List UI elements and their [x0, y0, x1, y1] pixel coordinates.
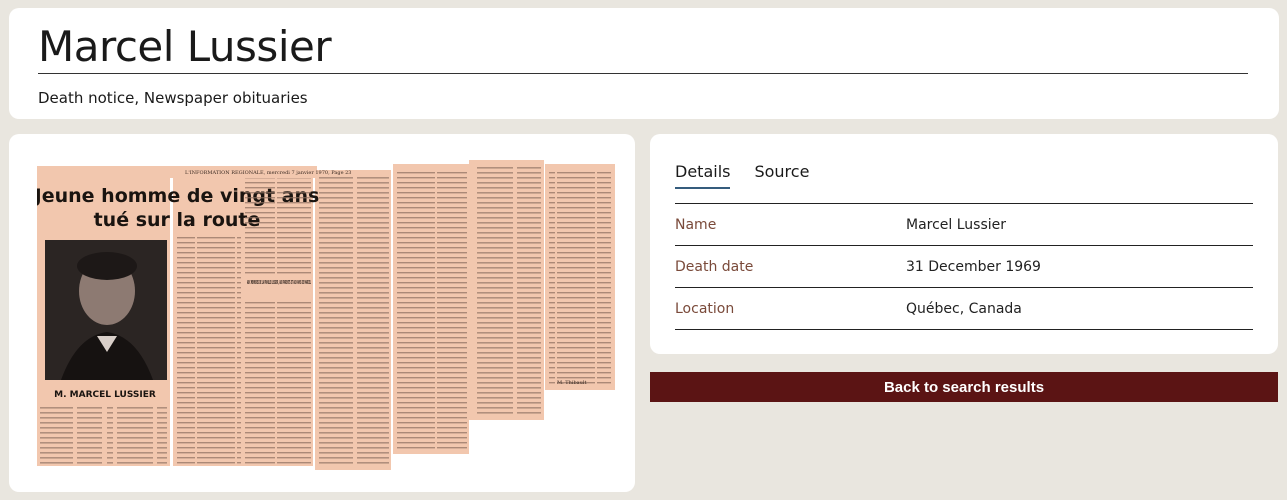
details-card: Details Source Name Marcel Lussier Death… [650, 134, 1278, 354]
photo-caption: M. MARCEL LUSSIER [54, 390, 156, 400]
clipping-masthead: L'INFORMATION REGIONALE, mercredi 7 janv… [185, 170, 351, 176]
clipping-headline-line2: tué sur la route [94, 209, 261, 231]
detail-label: Location [675, 300, 735, 317]
detail-value: 31 December 1969 [906, 258, 1041, 275]
detail-value: Québec, Canada [906, 300, 1022, 317]
clipping-signature: M. Thibault [557, 380, 586, 386]
clipping-section-head: AUX MEMBRES DE LA FAMILLE LUSSIER, AUX P… [247, 280, 311, 286]
page-subtitle: Death notice, Newspaper obituaries [38, 89, 308, 107]
detail-label: Name [675, 216, 717, 233]
detail-label: Death date [675, 258, 754, 275]
header-card: Marcel Lussier Death notice, Newspaper o… [9, 8, 1279, 119]
tab-source[interactable]: Source [754, 162, 809, 189]
tab-bar: Details Source [675, 162, 809, 189]
newspaper-clipping-image[interactable]: L'INFORMATION REGIONALE, mercredi 7 janv… [37, 156, 617, 474]
portrait-photo [45, 240, 167, 380]
detail-row-death-date: Death date 31 December 1969 [675, 246, 1253, 288]
title-divider [38, 73, 1248, 74]
detail-row-name: Name Marcel Lussier [675, 204, 1253, 246]
back-to-search-button[interactable]: Back to search results [650, 372, 1278, 402]
detail-value: Marcel Lussier [906, 216, 1007, 233]
page-title: Marcel Lussier [38, 22, 332, 71]
detail-row-location: Location Québec, Canada [675, 288, 1253, 330]
image-card: L'INFORMATION REGIONALE, mercredi 7 janv… [9, 134, 635, 492]
tab-details[interactable]: Details [675, 162, 731, 189]
